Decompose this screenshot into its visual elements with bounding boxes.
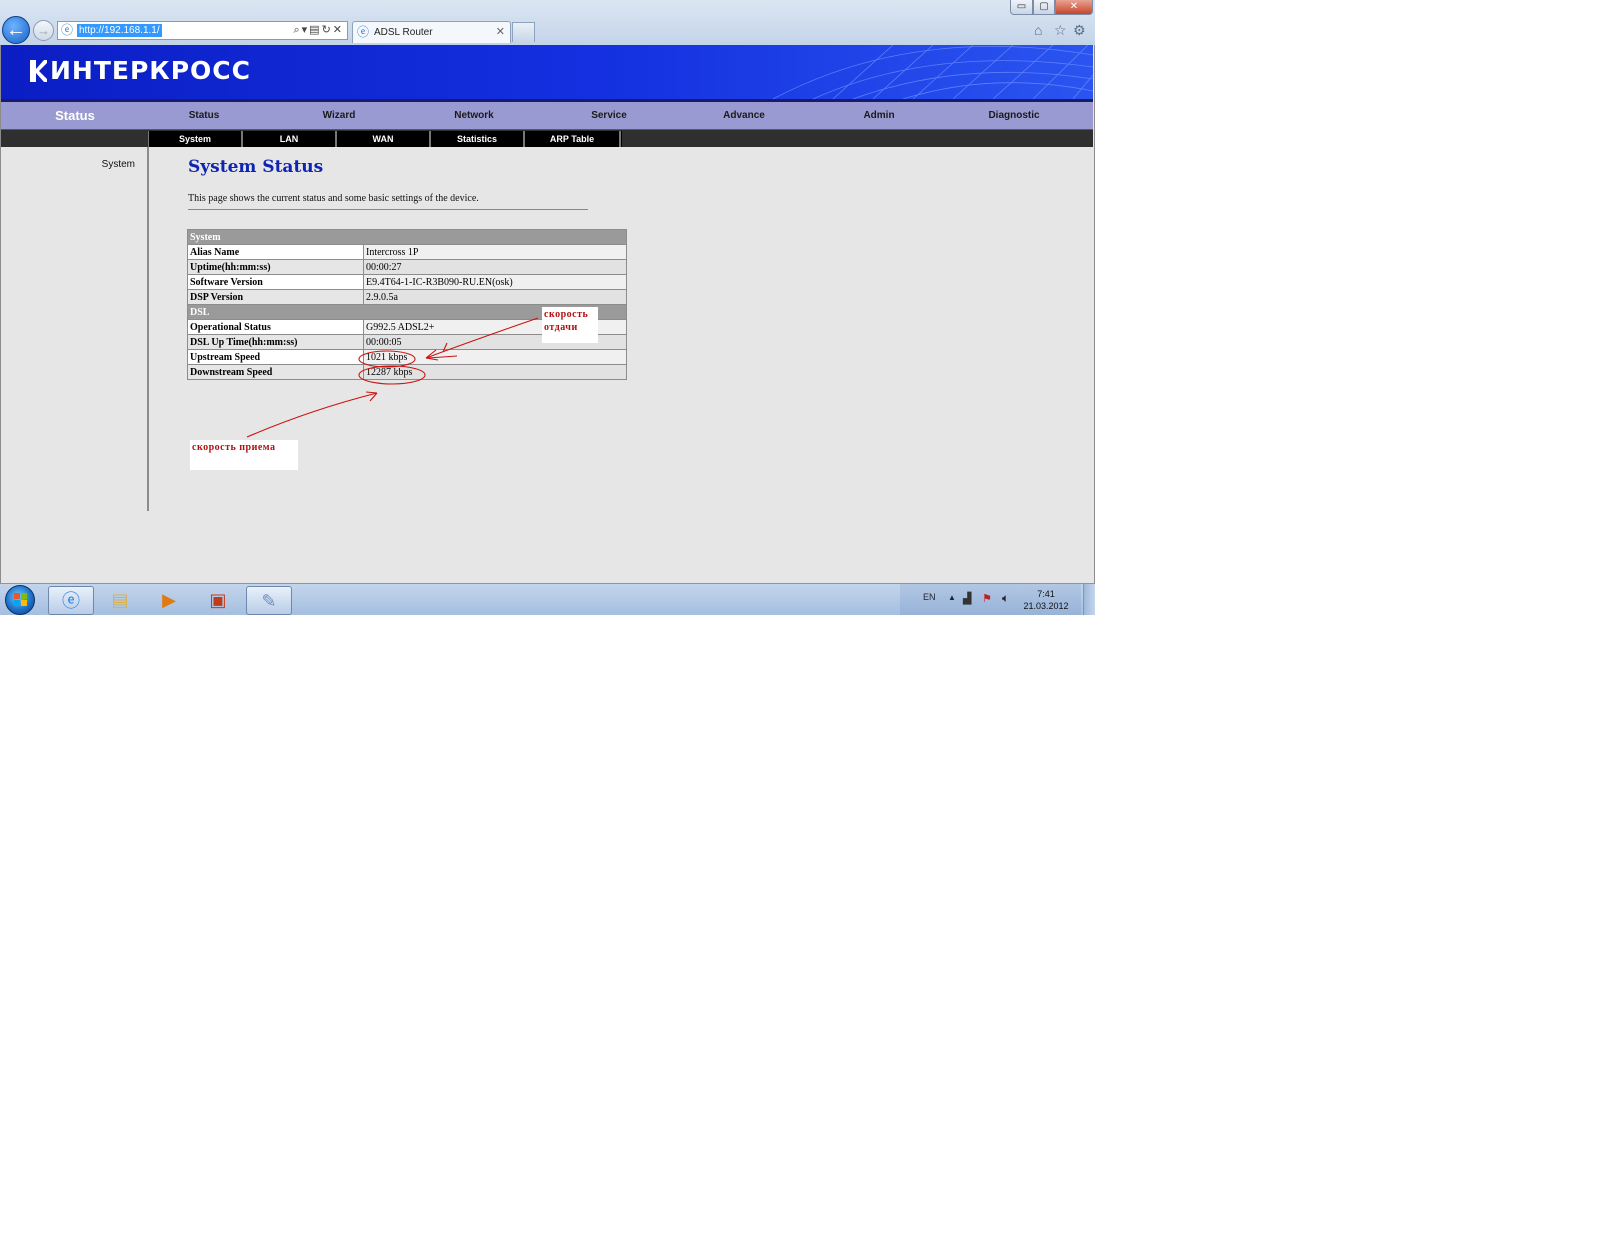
start-button[interactable]: [5, 585, 35, 615]
taskbar-media-player-button[interactable]: ▶: [146, 586, 192, 615]
paint-icon: ✎: [261, 591, 277, 611]
taskbar: ⓔ ▤ ▶ ▣ ✎ EN ▲ ▟ ⚑ 🔈︎ 7:41 21.03.2012: [0, 583, 1095, 615]
media-player-icon: ▶: [162, 590, 176, 610]
action-center-flag-icon[interactable]: ⚑: [982, 592, 992, 605]
application-icon: ▣: [209, 590, 227, 610]
clock[interactable]: 7:41 21.03.2012: [1018, 588, 1074, 612]
volume-icon[interactable]: 🔈︎: [1002, 591, 1009, 606]
language-indicator[interactable]: EN: [923, 592, 936, 602]
clock-date: 21.03.2012: [1023, 601, 1069, 611]
taskbar-paint-button[interactable]: ✎: [246, 586, 292, 615]
screen: ▭ ▢ ✕ ← → ⓔ http://192.168.1.1/ ⌕▾▤↻✕ ⓔ …: [0, 0, 1095, 615]
upload-arrow: [425, 317, 539, 359]
windows-flag-icon: [14, 593, 27, 606]
upload-speed-note: скорость отдачи: [542, 307, 598, 343]
taskbar-ie-button[interactable]: ⓔ: [48, 586, 94, 615]
download-arrow: [246, 392, 378, 438]
taskbar-app-button[interactable]: ▣: [195, 586, 241, 615]
network-icon[interactable]: ▟: [963, 592, 971, 605]
download-speed-note: скорость приема: [190, 440, 298, 470]
taskbar-explorer-button[interactable]: ▤: [97, 586, 143, 615]
clock-time: 7:41: [1037, 589, 1055, 599]
system-tray: EN ▲ ▟ ⚑ 🔈︎ 7:41 21.03.2012: [900, 584, 1081, 615]
upstream-circle: [358, 350, 416, 368]
show-desktop-button[interactable]: [1083, 584, 1095, 615]
internet-explorer-icon: ⓔ: [62, 591, 80, 611]
folder-icon: ▤: [111, 590, 129, 610]
show-hidden-icons-icon[interactable]: ▲: [948, 593, 956, 602]
downstream-circle: [358, 365, 426, 385]
